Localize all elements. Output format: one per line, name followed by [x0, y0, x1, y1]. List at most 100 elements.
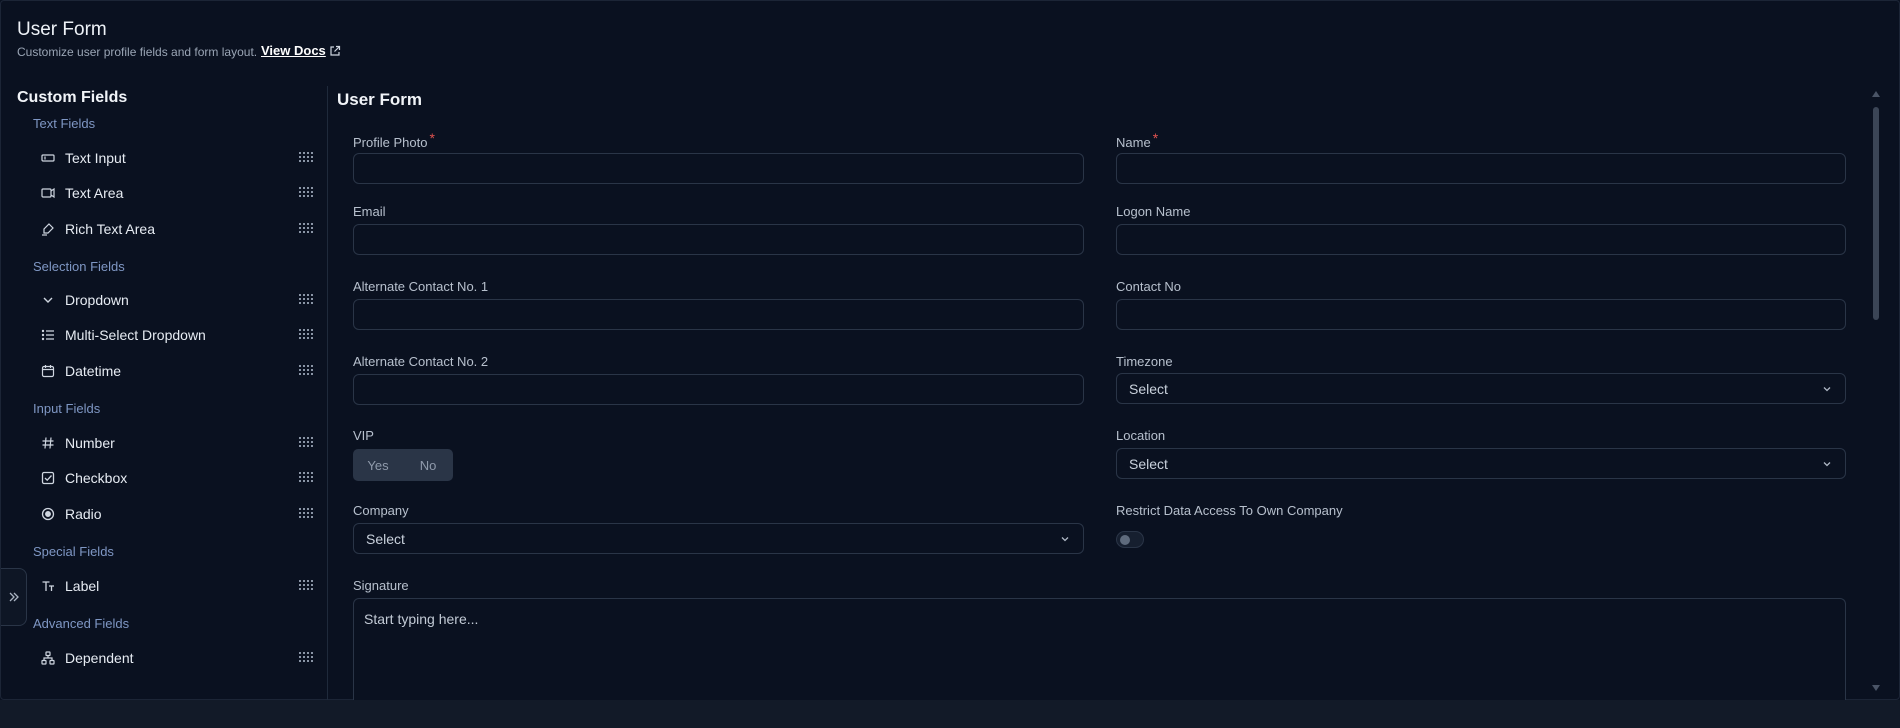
field-dropdown[interactable]: Dropdown	[33, 284, 315, 316]
company-select[interactable]: Select	[353, 523, 1084, 554]
section-advanced-fields: Advanced Fields	[33, 616, 130, 631]
field-label: Text Input	[65, 150, 126, 166]
field-radio[interactable]: Radio	[33, 498, 315, 530]
section-text-fields: Text Fields	[33, 116, 96, 131]
timezone-label: Timezone	[1116, 354, 1173, 369]
location-select[interactable]: Select	[1116, 448, 1846, 479]
hash-icon	[33, 436, 65, 450]
company-label: Company	[353, 503, 409, 518]
section-selection-fields: Selection Fields	[33, 259, 125, 274]
restrict-label: Restrict Data Access To Own Company	[1116, 503, 1343, 518]
drag-handle-icon[interactable]	[299, 437, 313, 449]
alt-contact-2-field[interactable]	[353, 374, 1084, 405]
drag-handle-icon[interactable]	[299, 223, 313, 235]
scroll-down-arrow-icon[interactable]	[1872, 685, 1880, 691]
form-scrollbar[interactable]	[1869, 87, 1883, 699]
logon-name-label: Logon Name	[1116, 204, 1191, 219]
name-label: Name *	[1116, 130, 1158, 150]
field-label: Label	[65, 578, 100, 594]
alt-contact-1-label: Alternate Contact No. 1	[353, 279, 489, 294]
drag-handle-icon[interactable]	[299, 472, 313, 484]
email-field[interactable]	[353, 224, 1084, 255]
checkbox-icon	[33, 471, 65, 485]
field-label: Datetime	[65, 363, 122, 379]
field-number[interactable]: Number	[33, 427, 315, 459]
scroll-up-arrow-icon[interactable]	[1872, 91, 1880, 97]
section-input-fields: Input Fields	[33, 401, 101, 416]
field-label: Rich Text Area	[65, 221, 156, 237]
chevron-down-icon	[1061, 537, 1069, 542]
field-label: Dropdown	[65, 292, 129, 308]
drag-handle-icon[interactable]	[299, 152, 313, 164]
location-label: Location	[1116, 428, 1166, 443]
text-area-icon	[33, 186, 65, 200]
logon-name-field[interactable]	[1116, 224, 1846, 255]
field-checkbox[interactable]: Checkbox	[33, 462, 315, 494]
field-label: Dependent	[65, 650, 134, 666]
hierarchy-icon	[33, 651, 65, 665]
field-label: Text Area	[65, 185, 124, 201]
chevron-down-icon	[1823, 387, 1831, 392]
field-label-item[interactable]: Label	[33, 570, 315, 602]
alt-contact-2-label: Alternate Contact No. 2	[353, 354, 489, 369]
text-type-icon	[33, 579, 65, 593]
field-rich-text-area[interactable]: Rich Text Area	[33, 213, 315, 245]
contact-no-field[interactable]	[1116, 299, 1846, 330]
drag-handle-icon[interactable]	[299, 508, 313, 520]
drag-handle-icon[interactable]	[299, 329, 313, 341]
field-text-input[interactable]: Text Input	[33, 142, 315, 174]
page-subtitle: Customize user profile fields and form l…	[17, 45, 258, 59]
drag-handle-icon[interactable]	[299, 580, 313, 592]
view-docs-label: View Docs	[261, 43, 326, 58]
field-multi-select-dropdown[interactable]: Multi-Select Dropdown	[33, 319, 315, 351]
name-field[interactable]	[1116, 153, 1846, 184]
profile-photo-label: Profile Photo *	[353, 130, 435, 150]
field-text-area[interactable]: Text Area	[33, 177, 315, 209]
chevron-down-icon	[1823, 462, 1831, 467]
required-marker: *	[1152, 130, 1159, 146]
drag-handle-icon[interactable]	[299, 187, 313, 199]
location-select-value: Select	[1129, 455, 1168, 472]
restrict-toggle[interactable]	[1116, 531, 1144, 548]
field-label: Checkbox	[65, 470, 128, 486]
sidebar-title: Custom Fields	[17, 89, 128, 106]
expand-sidebar-button[interactable]	[1, 568, 27, 626]
highlighter-icon	[33, 222, 65, 236]
list-icon	[33, 328, 65, 342]
alt-contact-1-field[interactable]	[353, 299, 1084, 330]
field-label: Radio	[65, 506, 102, 522]
app-frame: User Form Customize user profile fields …	[0, 0, 1900, 701]
radio-icon	[33, 507, 65, 521]
signature-placeholder: Start typing here...	[364, 611, 479, 627]
vip-yes-button[interactable]: Yes	[353, 458, 403, 473]
vip-toggle-group: Yes No	[353, 449, 453, 481]
timezone-select-value: Select	[1129, 380, 1168, 397]
drag-handle-icon[interactable]	[299, 365, 313, 377]
text-input-icon	[33, 151, 65, 165]
email-label: Email	[353, 204, 386, 219]
scroll-thumb[interactable]	[1873, 107, 1879, 320]
calendar-icon	[33, 364, 65, 378]
view-docs-link[interactable]: View Docs	[261, 43, 341, 58]
drag-handle-icon[interactable]	[299, 652, 313, 664]
drag-handle-icon[interactable]	[299, 294, 313, 306]
field-label: Number	[65, 435, 115, 451]
chevrons-right-icon	[9, 592, 19, 602]
field-datetime[interactable]: Datetime	[33, 355, 315, 387]
field-dependent[interactable]: Dependent	[33, 642, 315, 674]
chevron-down-icon	[33, 293, 65, 307]
contact-no-label: Contact No	[1116, 279, 1182, 294]
page-title: User Form	[17, 19, 107, 40]
signature-editor[interactable]: Start typing here...	[353, 598, 1846, 701]
external-link-icon	[330, 45, 340, 56]
section-special-fields: Special Fields	[33, 544, 114, 559]
vip-no-button[interactable]: No	[403, 458, 453, 473]
timezone-select[interactable]: Select	[1116, 373, 1846, 404]
custom-fields-sidebar: Custom Fields Text Fields Text Input Tex…	[1, 86, 328, 701]
profile-photo-field[interactable]	[353, 153, 1084, 184]
vip-label: VIP	[353, 428, 374, 443]
name-label-text: Name	[1116, 135, 1151, 150]
field-label: Multi-Select Dropdown	[65, 327, 206, 343]
signature-label: Signature	[353, 578, 409, 593]
profile-photo-label-text: Profile Photo	[353, 135, 428, 150]
